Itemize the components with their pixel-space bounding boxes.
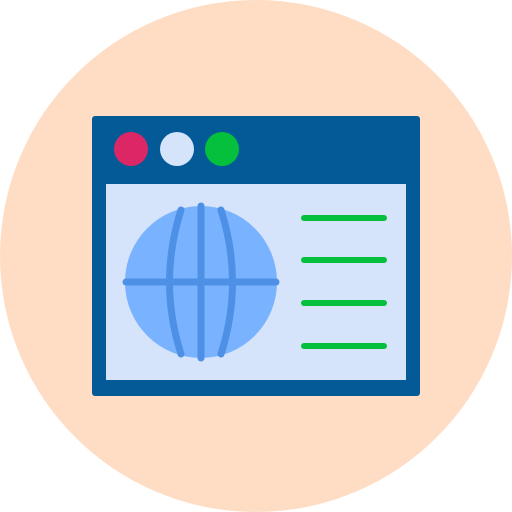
icon-canvas	[0, 0, 512, 512]
minimize-dot	[160, 132, 194, 166]
maximize-dot	[205, 132, 239, 166]
close-dot	[114, 132, 148, 166]
globe-icon	[122, 202, 280, 362]
browser-globe-icon	[0, 0, 512, 512]
